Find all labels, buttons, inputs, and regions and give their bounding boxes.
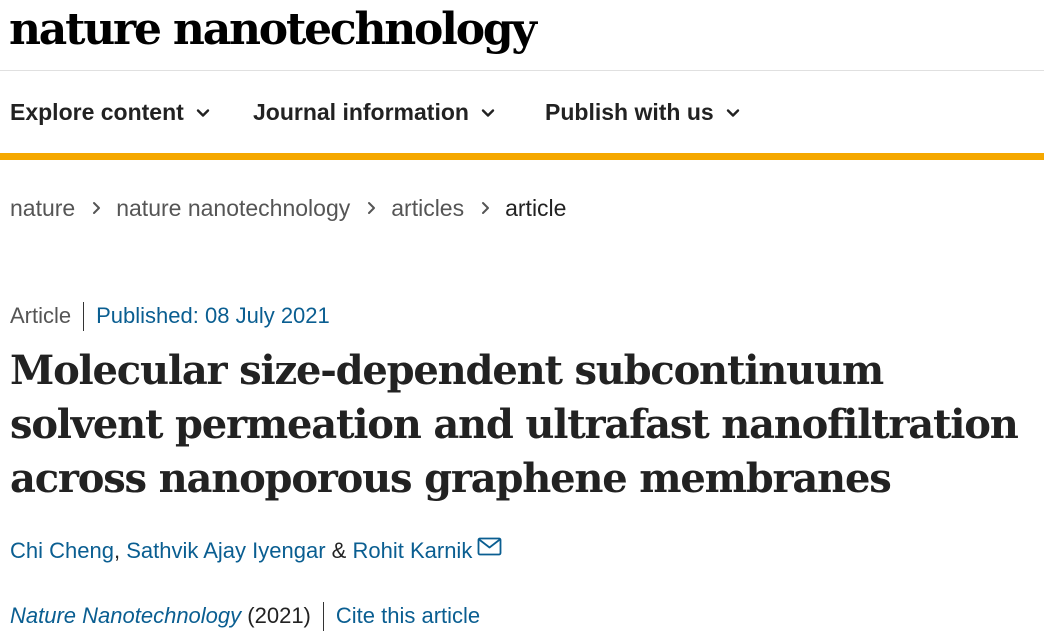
main-nav: Explore content Journal information Publ… xyxy=(0,71,1044,153)
article-meta: Article Published: 08 July 2021 xyxy=(10,301,330,331)
breadcrumb-item-journal[interactable]: nature nanotechnology xyxy=(116,195,350,222)
chevron-right-icon xyxy=(93,202,101,214)
article-title: Molecular size-dependent subcontinuum so… xyxy=(10,347,1019,502)
journal-name-link[interactable]: Nature Nanotechnology xyxy=(10,603,241,629)
author-list: Chi Cheng , Sathvik Ajay Iyengar & Rohit… xyxy=(10,536,502,566)
cite-this-article-link[interactable]: Cite this article xyxy=(336,603,480,629)
breadcrumb: nature nature nanotechnology articles ar… xyxy=(10,194,566,222)
nav-journal-information-label: Journal information xyxy=(253,99,469,125)
published-label: Published: xyxy=(96,303,199,328)
masthead: nature nanotechnology xyxy=(0,0,1044,71)
journal-logo[interactable]: nature nanotechnology xyxy=(9,4,537,56)
chevron-down-icon xyxy=(481,108,495,117)
nav-explore-content[interactable]: Explore content xyxy=(10,99,210,126)
divider xyxy=(322,601,324,631)
chevron-down-icon xyxy=(196,108,210,117)
divider xyxy=(83,301,85,331)
author-link[interactable]: Chi Cheng xyxy=(10,538,114,564)
chevron-right-icon xyxy=(482,202,490,214)
mail-icon[interactable] xyxy=(477,537,502,556)
nav-publish-with-us-label: Publish with us xyxy=(545,99,714,125)
breadcrumb-item-articles[interactable]: articles xyxy=(391,195,464,222)
nav-journal-information[interactable]: Journal information xyxy=(253,99,495,126)
published-date: 08 July 2021 xyxy=(205,303,330,328)
nav-publish-with-us[interactable]: Publish with us xyxy=(545,99,740,126)
author-link[interactable]: Rohit Karnik xyxy=(352,538,472,564)
nav-explore-content-label: Explore content xyxy=(10,99,184,125)
publication-year: (2021) xyxy=(247,603,311,628)
article-type: Article xyxy=(10,303,72,328)
accent-bar xyxy=(0,153,1044,160)
breadcrumb-item-nature[interactable]: nature xyxy=(10,195,75,222)
chevron-right-icon xyxy=(368,202,376,214)
author-conjunction: & xyxy=(331,538,347,563)
citation-row: Nature Nanotechnology (2021) Cite this a… xyxy=(10,601,480,631)
breadcrumb-item-current: article xyxy=(505,194,567,221)
author-link[interactable]: Sathvik Ajay Iyengar xyxy=(126,538,325,564)
chevron-down-icon xyxy=(726,108,739,117)
